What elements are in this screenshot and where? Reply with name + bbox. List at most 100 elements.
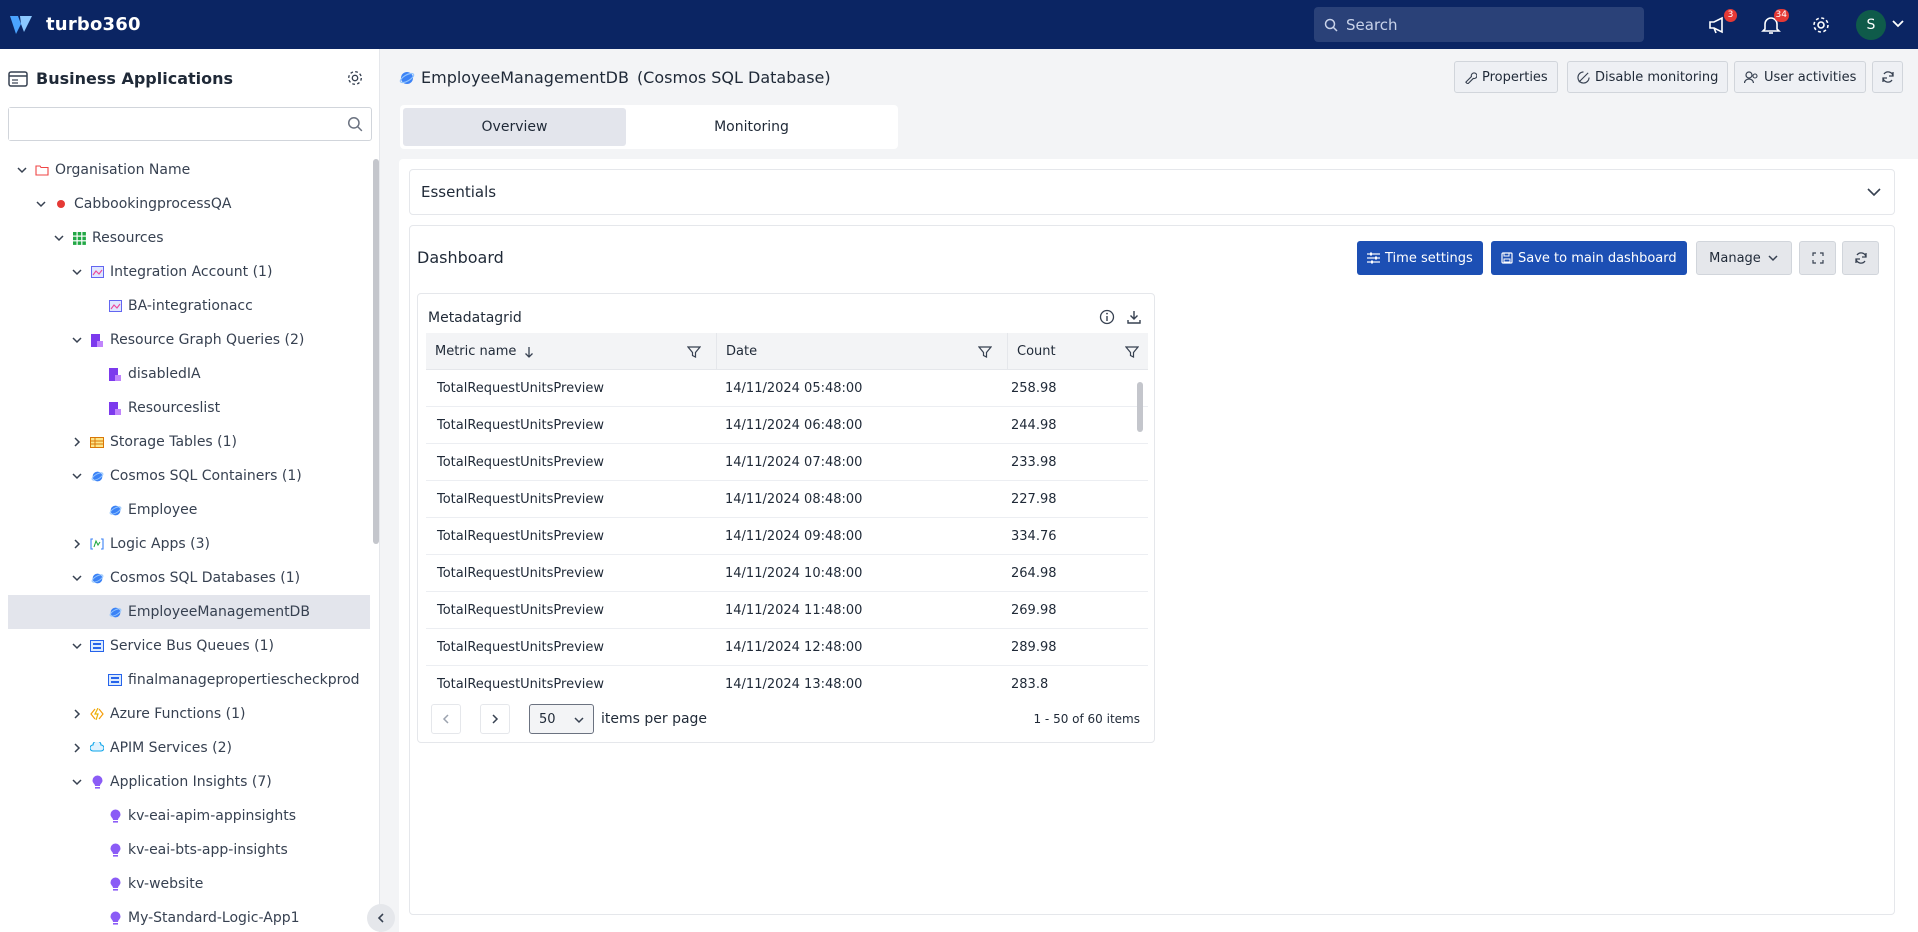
download-icon[interactable] — [1126, 309, 1142, 325]
tree-item[interactable]: BA-integrationacc — [0, 289, 372, 323]
page-size-select[interactable]: 50 — [529, 704, 594, 734]
info-icon[interactable] — [1099, 309, 1115, 325]
tree-item[interactable]: Service Bus Queues (1) — [0, 629, 372, 663]
tree-item[interactable]: disabledIA — [0, 357, 372, 391]
date-cell: 14/11/2024 12:48:00 — [725, 639, 863, 655]
chevron-right-icon[interactable] — [70, 707, 84, 721]
tree-item-label: Cosmos SQL Databases (1) — [110, 570, 301, 586]
table-row[interactable]: TotalRequestUnitsPreview 14/11/2024 06:48… — [426, 407, 1148, 444]
filter-icon[interactable] — [978, 345, 992, 359]
column-header-count[interactable]: Count — [1008, 333, 1148, 370]
sort-desc-icon[interactable] — [524, 346, 534, 358]
chevron-down-icon[interactable] — [70, 639, 84, 653]
user-avatar[interactable]: S — [1856, 10, 1886, 40]
metric-name-cell: TotalRequestUnitsPreview — [437, 639, 605, 655]
tree-item[interactable]: Resource Graph Queries (2) — [0, 323, 372, 357]
table-row[interactable]: TotalRequestUnitsPreview 14/11/2024 05:48… — [426, 370, 1148, 407]
service-bus-icon — [108, 673, 122, 687]
tree-item[interactable]: Resources — [0, 221, 372, 255]
notifications-button[interactable]: 34 — [1758, 9, 1789, 38]
table-row[interactable]: TotalRequestUnitsPreview 14/11/2024 09:48… — [426, 518, 1148, 555]
column-header-date[interactable]: Date — [717, 333, 1008, 370]
tree-item[interactable]: Azure Functions (1) — [0, 697, 372, 731]
time-settings-button[interactable]: Time settings — [1357, 241, 1483, 275]
tree-item[interactable]: Storage Tables (1) — [0, 425, 372, 459]
tab-monitoring[interactable]: Monitoring — [626, 108, 877, 146]
business-app-icon — [8, 70, 28, 87]
tree-item[interactable]: Resourceslist — [0, 391, 372, 425]
tree-item[interactable]: Integration Account (1) — [0, 255, 372, 289]
app-logo[interactable]: turbo360 — [8, 0, 141, 49]
tab-overview[interactable]: Overview — [403, 108, 626, 146]
announcements-button[interactable]: 3 — [1706, 9, 1737, 38]
column-header-metric-name[interactable]: Metric name — [426, 333, 717, 370]
table-row[interactable]: TotalRequestUnitsPreview 14/11/2024 13:48… — [426, 666, 1148, 693]
sidebar-scrollbar[interactable] — [373, 159, 379, 544]
essentials-section[interactable]: Essentials — [409, 169, 1895, 215]
sidebar-header: Business Applications — [8, 69, 233, 88]
table-row[interactable]: TotalRequestUnitsPreview 14/11/2024 11:48… — [426, 592, 1148, 629]
tree-item[interactable]: kv-eai-apim-appinsights — [0, 799, 372, 833]
table-row[interactable]: TotalRequestUnitsPreview 14/11/2024 08:48… — [426, 481, 1148, 518]
cosmos-icon — [90, 571, 104, 585]
wrench-icon — [1465, 71, 1477, 84]
properties-button[interactable]: Properties — [1454, 61, 1558, 93]
table-row[interactable]: TotalRequestUnitsPreview 14/11/2024 07:48… — [426, 444, 1148, 481]
user-activities-button[interactable]: User activities — [1734, 61, 1867, 93]
sidebar-search-input[interactable] — [9, 108, 329, 140]
tree-item[interactable]: APIM Services (2) — [0, 731, 372, 765]
chevron-down-icon[interactable] — [1891, 17, 1905, 31]
table-row[interactable]: TotalRequestUnitsPreview 14/11/2024 12:48… — [426, 629, 1148, 666]
chevron-right-icon[interactable] — [70, 741, 84, 755]
chevron-down-icon[interactable] — [70, 469, 84, 483]
tree-item[interactable]: finalmanagepropertiescheckprod — [0, 663, 372, 697]
tree-item[interactable]: EmployeeManagementDB — [8, 595, 370, 629]
tree-item[interactable]: kv-website — [0, 867, 372, 901]
tree-item[interactable]: Logic Apps (3) — [0, 527, 372, 561]
next-page-button[interactable] — [480, 704, 510, 734]
chevron-down-icon[interactable] — [70, 265, 84, 279]
tree-item[interactable]: My-Standard-Logic-App1 — [0, 901, 372, 932]
sidebar-search[interactable] — [8, 107, 372, 141]
save-to-main-dashboard-button[interactable]: Save to main dashboard — [1491, 241, 1687, 275]
time-settings-label: Time settings — [1385, 250, 1473, 266]
fullscreen-button[interactable] — [1799, 241, 1836, 275]
chevron-right-icon — [492, 714, 499, 724]
tree-item[interactable]: Employee — [0, 493, 372, 527]
disable-monitoring-button[interactable]: Disable monitoring — [1567, 61, 1729, 93]
tree-item[interactable]: Cosmos SQL Containers (1) — [0, 459, 372, 493]
filter-icon[interactable] — [687, 345, 701, 359]
settings-button[interactable] — [1808, 12, 1834, 38]
turbo360-logo-icon — [10, 15, 32, 34]
chevron-down-icon[interactable] — [70, 333, 84, 347]
filter-icon[interactable] — [1125, 345, 1139, 359]
tree-item[interactable]: kv-eai-bts-app-insights — [0, 833, 372, 867]
widget-title: Metadatagrid — [428, 310, 522, 326]
tree-item[interactable]: CabbookingprocessQA — [0, 187, 372, 221]
global-search[interactable] — [1314, 7, 1644, 42]
refresh-button[interactable] — [1872, 61, 1903, 93]
chevron-down-icon[interactable] — [52, 231, 66, 245]
chevron-right-icon[interactable] — [70, 435, 84, 449]
chevron-down-icon[interactable] — [34, 197, 48, 211]
dashboard-refresh-button[interactable] — [1842, 241, 1879, 275]
grid-scrollbar[interactable] — [1135, 373, 1145, 691]
manage-dropdown[interactable]: Manage — [1696, 241, 1792, 275]
chevron-down-icon[interactable] — [15, 163, 29, 177]
tree-item[interactable]: Cosmos SQL Databases (1) — [0, 561, 372, 595]
previous-page-button[interactable] — [431, 704, 461, 734]
table-row[interactable]: TotalRequestUnitsPreview 14/11/2024 10:48… — [426, 555, 1148, 592]
app-insights-icon — [108, 843, 122, 857]
metadata-grid: Metric name Date Count TotalRequestUnits… — [426, 333, 1148, 693]
chevron-right-icon[interactable] — [70, 537, 84, 551]
tree-item[interactable]: Organisation Name — [0, 153, 372, 187]
storage-table-icon — [90, 435, 104, 449]
chevron-down-icon[interactable] — [70, 775, 84, 789]
tree-item[interactable]: Application Insights (7) — [0, 765, 372, 799]
sliders-icon — [1367, 252, 1380, 264]
global-search-input[interactable] — [1346, 15, 1626, 34]
grid-scrollbar-thumb[interactable] — [1137, 382, 1143, 432]
chevron-down-icon[interactable] — [70, 571, 84, 585]
gear-icon[interactable] — [346, 69, 364, 87]
